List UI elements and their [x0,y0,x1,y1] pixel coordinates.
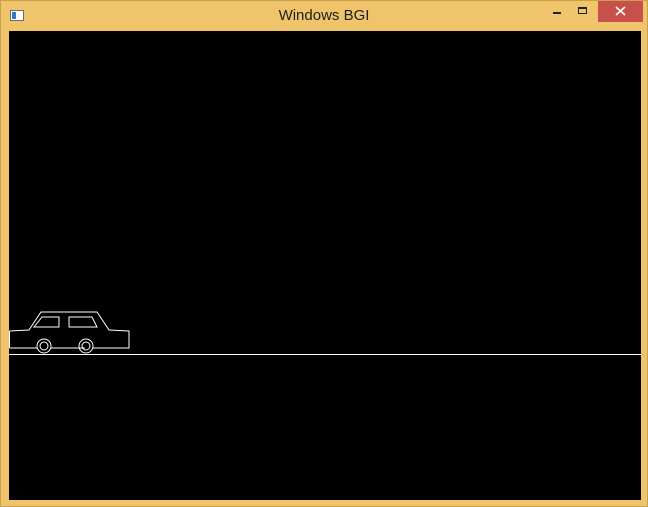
car-rear-window [68,316,98,328]
maximize-icon [578,7,587,14]
title-bar[interactable]: Windows BGI [1,1,647,31]
car [9,311,130,354]
close-button[interactable] [598,1,643,22]
app-window: Windows BGI [0,0,648,507]
minimize-icon [553,12,561,14]
bgi-drawing [9,311,641,355]
car-rear-wheel [36,338,52,354]
car-front-window [32,316,60,328]
graphics-canvas [9,31,641,500]
minimize-button[interactable] [544,1,570,22]
car-front-wheel-hub [81,341,91,351]
close-icon [615,6,626,16]
maximize-button[interactable] [570,1,596,22]
car-rear-wheel-hub [39,341,49,351]
car-front-wheel [78,338,94,354]
